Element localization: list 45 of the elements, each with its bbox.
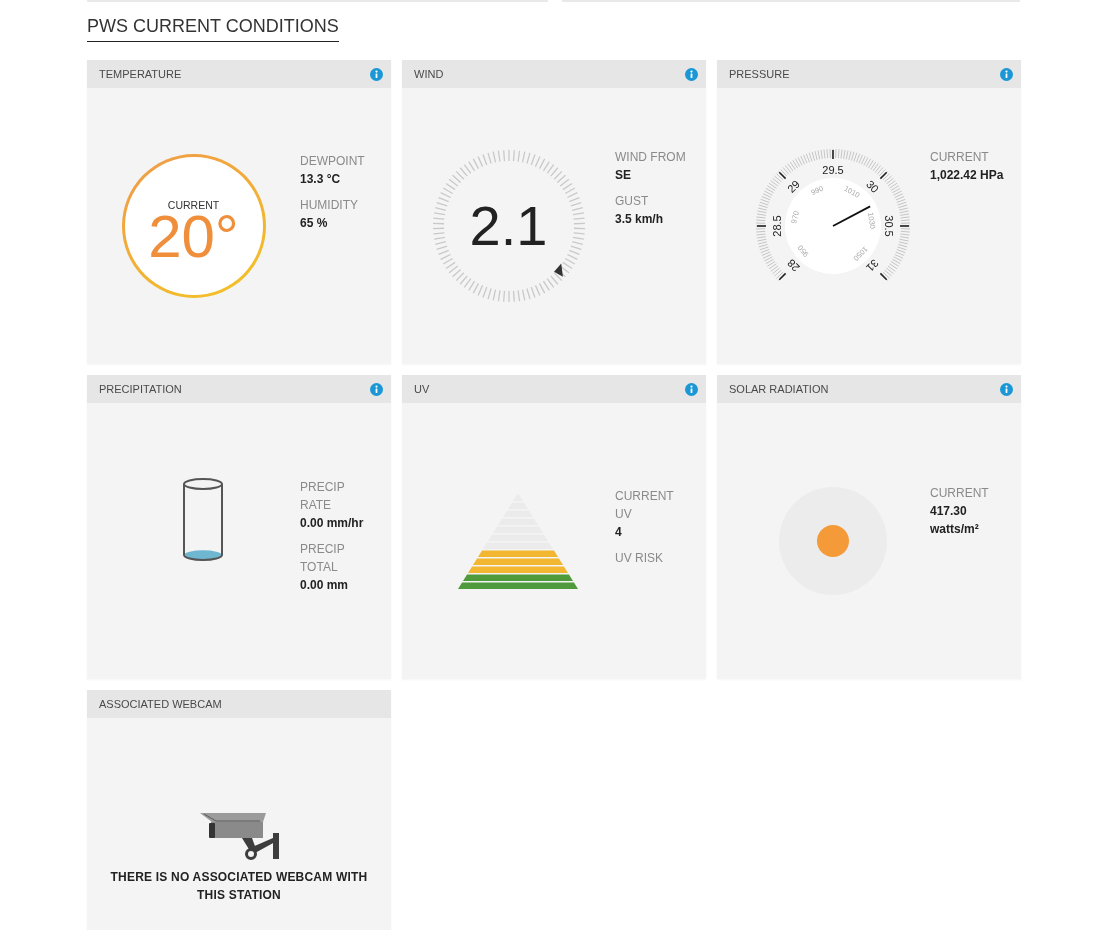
stat-label: UV RISK — [615, 550, 664, 567]
info-icon[interactable] — [685, 67, 698, 81]
stat-label: WIND FROM — [615, 149, 687, 166]
stat-label: CURRENT UV — [615, 488, 675, 523]
stat-label: HUMIDITY — [300, 197, 359, 214]
page-title: PWS CURRENT CONDITIONS — [87, 15, 339, 42]
stat-label: DEWPOINT — [300, 153, 366, 170]
scale-label: 29 — [784, 177, 802, 195]
stat-value: 0.00 mm/hr — [300, 515, 365, 532]
sun-dot-icon — [816, 525, 849, 557]
card-title: SOLAR RADIATION — [729, 382, 829, 396]
card-title: PRECIPITATION — [99, 382, 182, 396]
stat-label: PRECIP TOTAL — [300, 541, 346, 576]
stat-label: CURRENT — [930, 149, 990, 166]
card-title: TEMPERATURE — [99, 67, 182, 81]
card-title: PRESSURE — [729, 67, 790, 81]
no-webcam-message: THERE IS NO ASSOCIATED WEBCAM WITH THIS STATION — [109, 869, 369, 904]
scale-label: 29.5 — [821, 164, 844, 176]
info-icon[interactable] — [685, 382, 698, 396]
info-icon[interactable] — [370, 67, 383, 81]
scale-label: 30.5 — [882, 215, 895, 237]
stat-value: 3.5 km/h — [615, 211, 665, 228]
card-title: ASSOCIATED WEBCAM — [99, 697, 222, 711]
scale-label: 31 — [863, 257, 881, 275]
stat-value: 4 — [615, 524, 623, 541]
wind-speed-reading: 2.1 — [469, 198, 548, 254]
stat-value: 1,022.42 HPa — [930, 167, 1005, 184]
scale-label: 28 — [784, 257, 802, 275]
stat-label: PRECIP RATE — [300, 479, 346, 514]
stat-value: 417.30 watts/m² — [930, 503, 980, 538]
stat-label: CURRENT — [930, 485, 990, 502]
temperature-caption: CURRENT — [167, 199, 220, 211]
stat-label: GUST — [615, 193, 650, 210]
security-camera-icon — [200, 812, 280, 862]
stat-value: 13.3 °C — [300, 171, 342, 188]
scale-label: 28.5 — [770, 215, 783, 237]
info-icon[interactable] — [1000, 67, 1013, 81]
card-title: WIND — [414, 67, 444, 81]
stat-value: 0.00 mm — [300, 577, 350, 594]
info-icon[interactable] — [370, 382, 383, 396]
stat-value: SE — [615, 167, 632, 184]
scale-label: 30 — [863, 177, 881, 195]
stat-value: 65 % — [300, 215, 329, 232]
card-title: UV — [414, 382, 430, 396]
info-icon[interactable] — [1000, 382, 1013, 396]
